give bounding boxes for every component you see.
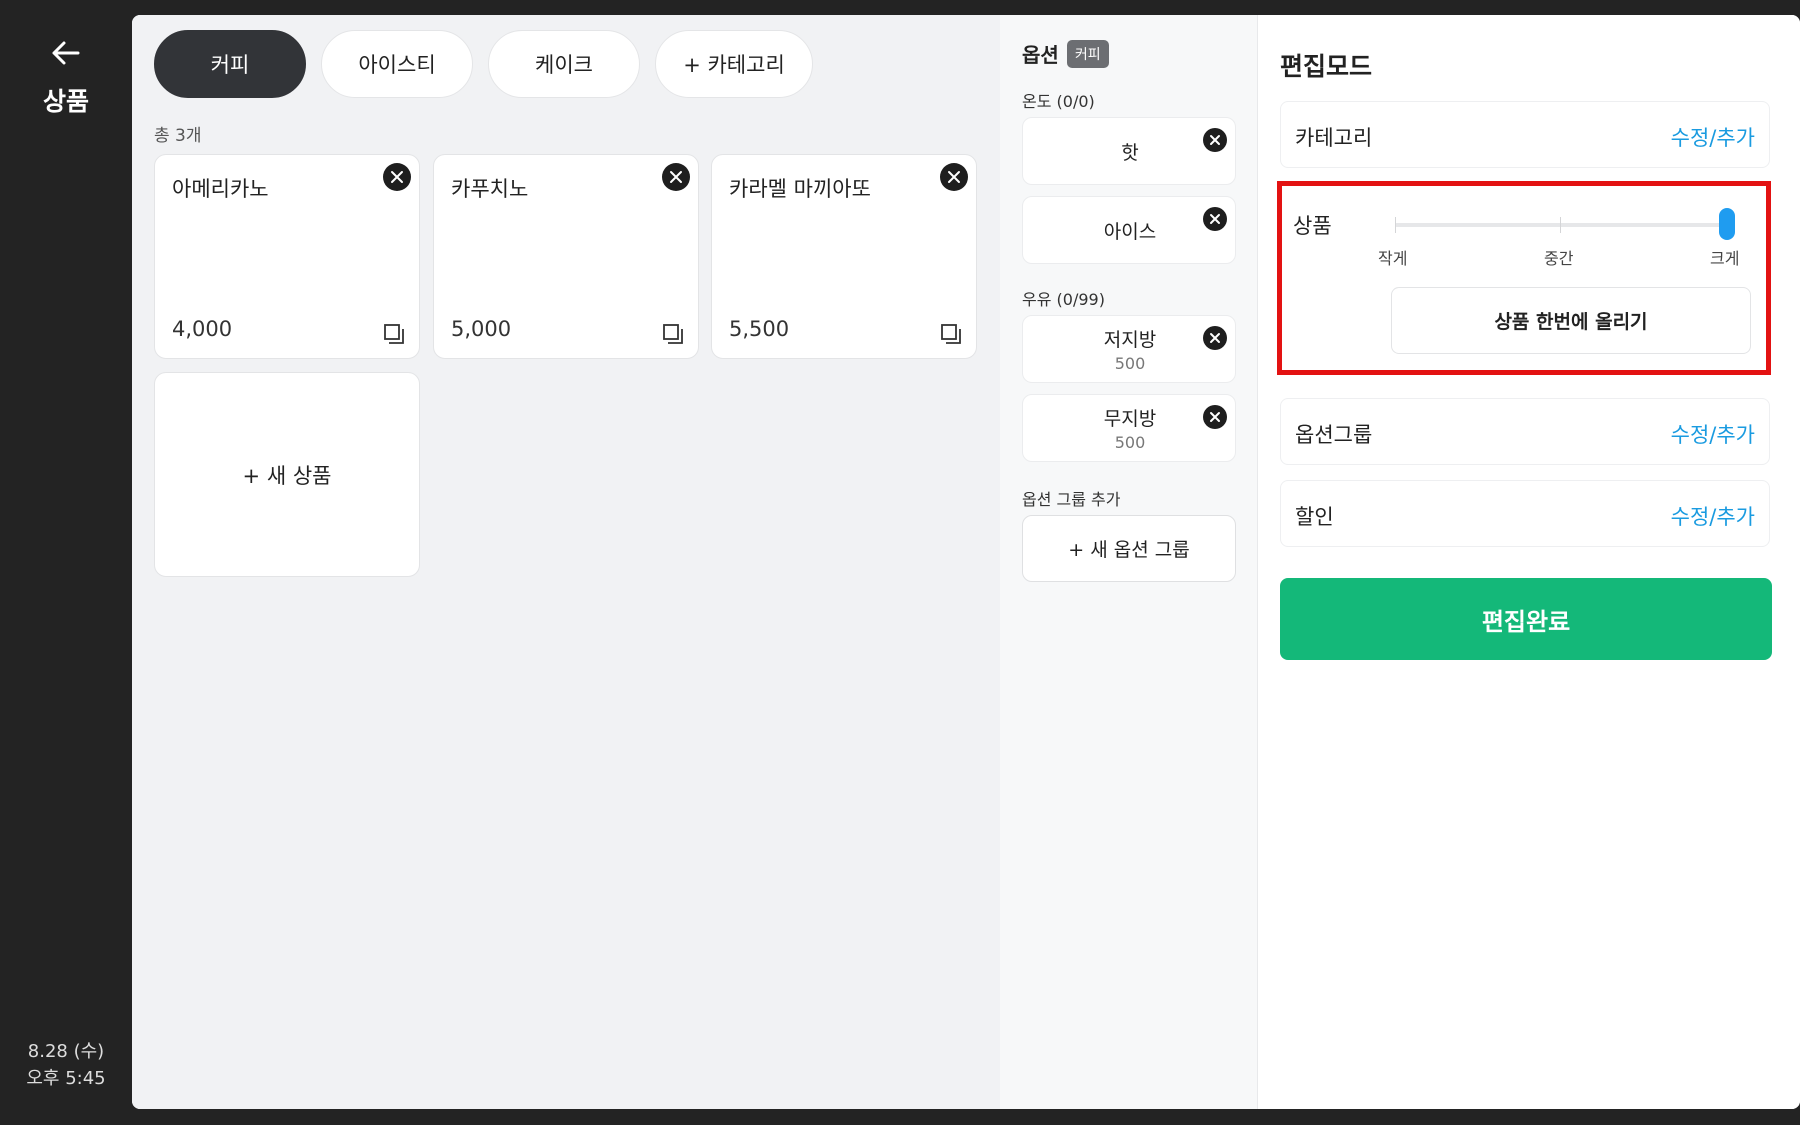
category-row-label: 카테고리 xyxy=(1295,126,1373,150)
product-card[interactable]: 아메리카노 4,000 xyxy=(154,154,420,359)
new-option-group-button[interactable]: + 새 옵션 그룹 xyxy=(1022,515,1236,582)
option-item[interactable]: 핫 xyxy=(1022,117,1236,185)
slider-tick xyxy=(1560,217,1561,233)
product-price: 5,500 xyxy=(729,317,790,341)
option-group-edit-link[interactable]: 수정/추가 xyxy=(1671,419,1755,449)
category-badge: 커피 xyxy=(1066,39,1109,68)
tab-cake[interactable]: 케이크 xyxy=(488,30,640,98)
option-group-label: 우유 (0/99) xyxy=(1022,290,1105,309)
product-card[interactable]: 카푸치노 5,000 xyxy=(433,154,699,359)
bulk-upload-products-button[interactable]: 상품 한번에 올리기 xyxy=(1391,287,1751,354)
category-edit-link[interactable]: 수정/추가 xyxy=(1671,122,1755,152)
options-title: 옵션 xyxy=(1022,43,1059,67)
main-panel: 커피 아이스티 케이크 + 카테고리 총 3개 아메리카노 4,000 카푸치노… xyxy=(132,15,1800,1109)
edit-column: 편집모드 카테고리 수정/추가 상품 작게 중간 크게 상품 한번에 올리기 옵… xyxy=(1258,15,1800,1109)
add-category-button[interactable]: + 카테고리 xyxy=(655,30,813,98)
product-card[interactable]: 카라멜 마끼아또 5,500 xyxy=(711,154,977,359)
delete-product-icon[interactable] xyxy=(940,163,968,191)
product-price: 5,000 xyxy=(451,317,512,341)
size-small-label: 작게 xyxy=(1378,249,1408,268)
option-item[interactable]: 저지방 500 xyxy=(1022,315,1236,383)
option-price: 500 xyxy=(1114,433,1146,452)
discount-edit-link[interactable]: 수정/추가 xyxy=(1671,501,1755,531)
add-option-group-label: 옵션 그룹 추가 xyxy=(1022,490,1121,509)
delete-product-icon[interactable] xyxy=(662,163,690,191)
product-name: 아메리카노 xyxy=(172,177,269,201)
delete-option-icon[interactable] xyxy=(1203,207,1227,231)
time-label: 오후 5:45 xyxy=(26,1068,106,1089)
discount-row-label: 할인 xyxy=(1295,505,1334,529)
option-group-row: 옵션그룹 수정/추가 xyxy=(1280,398,1770,465)
copy-icon[interactable] xyxy=(662,323,684,345)
slider-thumb[interactable] xyxy=(1719,208,1735,240)
product-price: 4,000 xyxy=(172,317,233,341)
date-label: 8.28 (수) xyxy=(27,1041,105,1062)
product-size-section: 상품 작게 중간 크게 상품 한번에 올리기 xyxy=(1277,181,1771,375)
copy-icon[interactable] xyxy=(383,323,405,345)
slider-tick xyxy=(1395,217,1396,233)
tab-coffee[interactable]: 커피 xyxy=(154,30,306,98)
discount-row: 할인 수정/추가 xyxy=(1280,480,1770,547)
delete-option-icon[interactable] xyxy=(1203,326,1227,350)
option-item[interactable]: 아이스 xyxy=(1022,196,1236,264)
product-size-slider[interactable] xyxy=(1395,208,1735,240)
edit-done-button[interactable]: 편집완료 xyxy=(1280,578,1772,660)
new-product-button[interactable]: + 새 상품 xyxy=(154,372,420,577)
delete-option-icon[interactable] xyxy=(1203,128,1227,152)
product-name: 카푸치노 xyxy=(451,177,529,201)
edit-mode-title: 편집모드 xyxy=(1280,52,1373,81)
product-count: 총 3개 xyxy=(154,126,202,146)
options-column: 옵션 커피 온도 (0/0) 핫 아이스 우유 (0/99) 저지방 500 무… xyxy=(1000,15,1258,1109)
category-row: 카테고리 수정/추가 xyxy=(1280,101,1770,168)
page-title: 상품 xyxy=(42,87,89,116)
tab-iced-tea[interactable]: 아이스티 xyxy=(321,30,473,98)
products-column: 커피 아이스티 케이크 + 카테고리 총 3개 아메리카노 4,000 카푸치노… xyxy=(132,15,1000,1109)
option-price: 500 xyxy=(1114,354,1146,373)
product-size-label: 상품 xyxy=(1293,214,1332,238)
back-arrow-icon[interactable] xyxy=(48,38,82,68)
options-header: 옵션 커피 xyxy=(1022,39,1109,68)
delete-product-icon[interactable] xyxy=(383,163,411,191)
size-large-label: 크게 xyxy=(1710,249,1740,268)
option-item[interactable]: 무지방 500 xyxy=(1022,394,1236,462)
left-rail: 상품 8.28 (수) 오후 5:45 xyxy=(0,0,132,1125)
delete-option-icon[interactable] xyxy=(1203,405,1227,429)
size-medium-label: 중간 xyxy=(1544,249,1574,268)
option-group-label: 온도 (0/0) xyxy=(1022,92,1095,111)
option-group-row-label: 옵션그룹 xyxy=(1295,423,1373,447)
copy-icon[interactable] xyxy=(940,323,962,345)
product-name: 카라멜 마끼아또 xyxy=(729,177,871,201)
